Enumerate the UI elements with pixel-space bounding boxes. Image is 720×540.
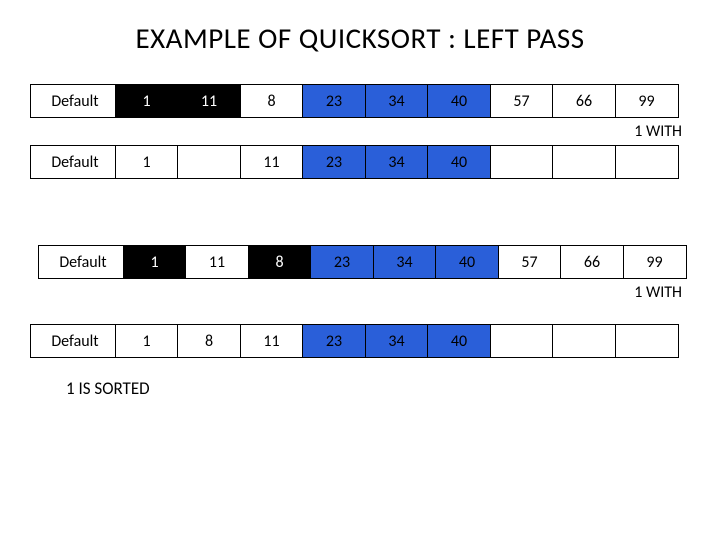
array-cell: 23 (302, 84, 366, 118)
array-cell: 66 (560, 245, 624, 279)
array-cell: 57 (490, 84, 554, 118)
array-cell: 34 (373, 245, 437, 279)
row-label: Default (30, 145, 116, 179)
array-cell (490, 324, 554, 358)
array-cell: 23 (302, 324, 366, 358)
array-cell: 1 (115, 145, 179, 179)
array-cell: 11 (185, 245, 249, 279)
array-cell: 34 (365, 145, 429, 179)
array-cell (490, 145, 554, 179)
array-cell: 8 (177, 324, 241, 358)
array-cell (615, 324, 679, 358)
array-cell (177, 145, 241, 179)
row-label: Default (38, 245, 124, 279)
array-cell: 1 (115, 324, 179, 358)
array-cell: 23 (302, 145, 366, 179)
array-cell: 57 (498, 245, 562, 279)
array-row-4: Default 1 8 11 23 34 40 (30, 324, 690, 358)
row-label: Default (30, 84, 116, 118)
row-label: Default (30, 324, 116, 358)
page-title: EXAMPLE OF QUICKSORT : LEFT PASS (30, 20, 690, 56)
array-cell: 66 (552, 84, 616, 118)
note-sorted: 1 IS SORTED (66, 378, 690, 399)
array-cell: 8 (248, 245, 312, 279)
note-with-1: 1 WITH (30, 122, 690, 141)
array-row-2: Default 1 11 23 34 40 (30, 145, 690, 179)
array-row-3: Default 1 11 8 23 34 40 57 66 99 (38, 245, 690, 279)
array-cell: 23 (310, 245, 374, 279)
array-cell: 99 (623, 245, 687, 279)
array-cell (552, 145, 616, 179)
array-cell: 40 (435, 245, 499, 279)
array-cell: 40 (427, 84, 491, 118)
array-row-1: Default 1 11 8 23 34 40 57 66 99 (30, 84, 690, 118)
array-cell: 11 (177, 84, 241, 118)
note-with-2: 1 WITH (30, 283, 690, 302)
array-cell: 34 (365, 324, 429, 358)
array-cell: 11 (240, 145, 304, 179)
array-cell: 8 (240, 84, 304, 118)
array-cell: 40 (427, 324, 491, 358)
array-cell: 1 (115, 84, 179, 118)
array-cell: 40 (427, 145, 491, 179)
array-cell: 34 (365, 84, 429, 118)
array-cell: 99 (615, 84, 679, 118)
array-cell (615, 145, 679, 179)
array-cell: 1 (123, 245, 187, 279)
array-cell: 11 (240, 324, 304, 358)
array-cell (552, 324, 616, 358)
